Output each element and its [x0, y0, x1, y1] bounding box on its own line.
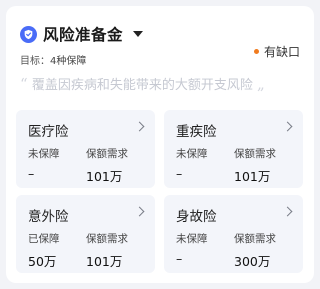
- coverage-need-label: 保额需求: [86, 233, 128, 245]
- open-quote-mark: “: [20, 75, 28, 93]
- tile-name: 重疾险: [176, 124, 217, 140]
- description-quote: “ 覆盖因疾病和失能带来的大额开支风险 „: [20, 74, 265, 93]
- close-quote-mark: „: [256, 75, 265, 93]
- target-line: 目标：4种保障: [20, 52, 86, 67]
- description-text: 覆盖因疾病和失能带来的大额开支风险: [31, 78, 253, 93]
- coverage-status-label: 未保障: [176, 148, 208, 160]
- chevron-right-icon: [282, 121, 293, 132]
- status-dot-icon: [253, 49, 259, 54]
- coverage-need-label: 保额需求: [234, 233, 276, 245]
- risk-reserve-card: 风险准备金 有缺口 目标：4种保障 “ 覆盖因疾病和失能带来的大额开支风险 „ …: [6, 6, 314, 283]
- tile-name: 意外险: [28, 209, 69, 225]
- tile-critical-illness-insurance[interactable]: 重疾险 未保障 – 保额需求 101万: [164, 110, 303, 188]
- coverage-need: 保额需求 101万: [86, 231, 128, 270]
- coverage-need: 保额需求 300万: [234, 231, 276, 270]
- caret-down-icon[interactable]: [133, 31, 144, 37]
- card-header[interactable]: 风险准备金: [20, 23, 144, 45]
- coverage-need-label: 保额需求: [86, 148, 128, 160]
- shield-check-icon: [20, 25, 37, 43]
- coverage-status-label: 未保障: [176, 233, 208, 245]
- coverage-need-label: 保额需求: [234, 148, 276, 160]
- tile-medical-insurance[interactable]: 医疗险 未保障 – 保额需求 101万: [16, 110, 155, 188]
- coverage-status-label: 已保障: [28, 233, 60, 245]
- target-value: 4种保障: [50, 56, 87, 67]
- coverage-status: 已保障 50万: [28, 231, 60, 270]
- target-label: 目标：: [20, 56, 50, 67]
- coverage-need-value: 101万: [234, 169, 271, 184]
- tile-accident-insurance[interactable]: 意外险 已保障 50万 保额需求 101万: [16, 195, 155, 273]
- coverage-need-value: 300万: [234, 254, 271, 269]
- gap-status-badge: 有缺口: [253, 43, 300, 60]
- coverage-status: 未保障 –: [28, 146, 60, 181]
- tile-name: 身故险: [176, 209, 217, 225]
- chevron-right-icon: [282, 206, 293, 217]
- card-title: 风险准备金: [43, 26, 124, 44]
- coverage-status-value: –: [176, 251, 183, 266]
- coverage-need: 保额需求 101万: [234, 146, 276, 185]
- coverage-status-value: –: [28, 166, 35, 181]
- coverage-need: 保额需求 101万: [86, 146, 128, 185]
- chevron-right-icon: [134, 206, 145, 217]
- coverage-status: 未保障 –: [176, 231, 208, 266]
- coverage-status: 未保障 –: [176, 146, 208, 181]
- coverage-status-value: –: [176, 166, 183, 181]
- tile-life-insurance[interactable]: 身故险 未保障 – 保额需求 300万: [164, 195, 303, 273]
- coverage-need-value: 101万: [86, 169, 123, 184]
- chevron-right-icon: [134, 121, 145, 132]
- tile-name: 医疗险: [28, 124, 69, 140]
- gap-status-text: 有缺口: [263, 45, 300, 59]
- coverage-need-value: 101万: [86, 254, 123, 269]
- coverage-status-value: 50万: [28, 254, 57, 269]
- coverage-status-label: 未保障: [28, 148, 60, 160]
